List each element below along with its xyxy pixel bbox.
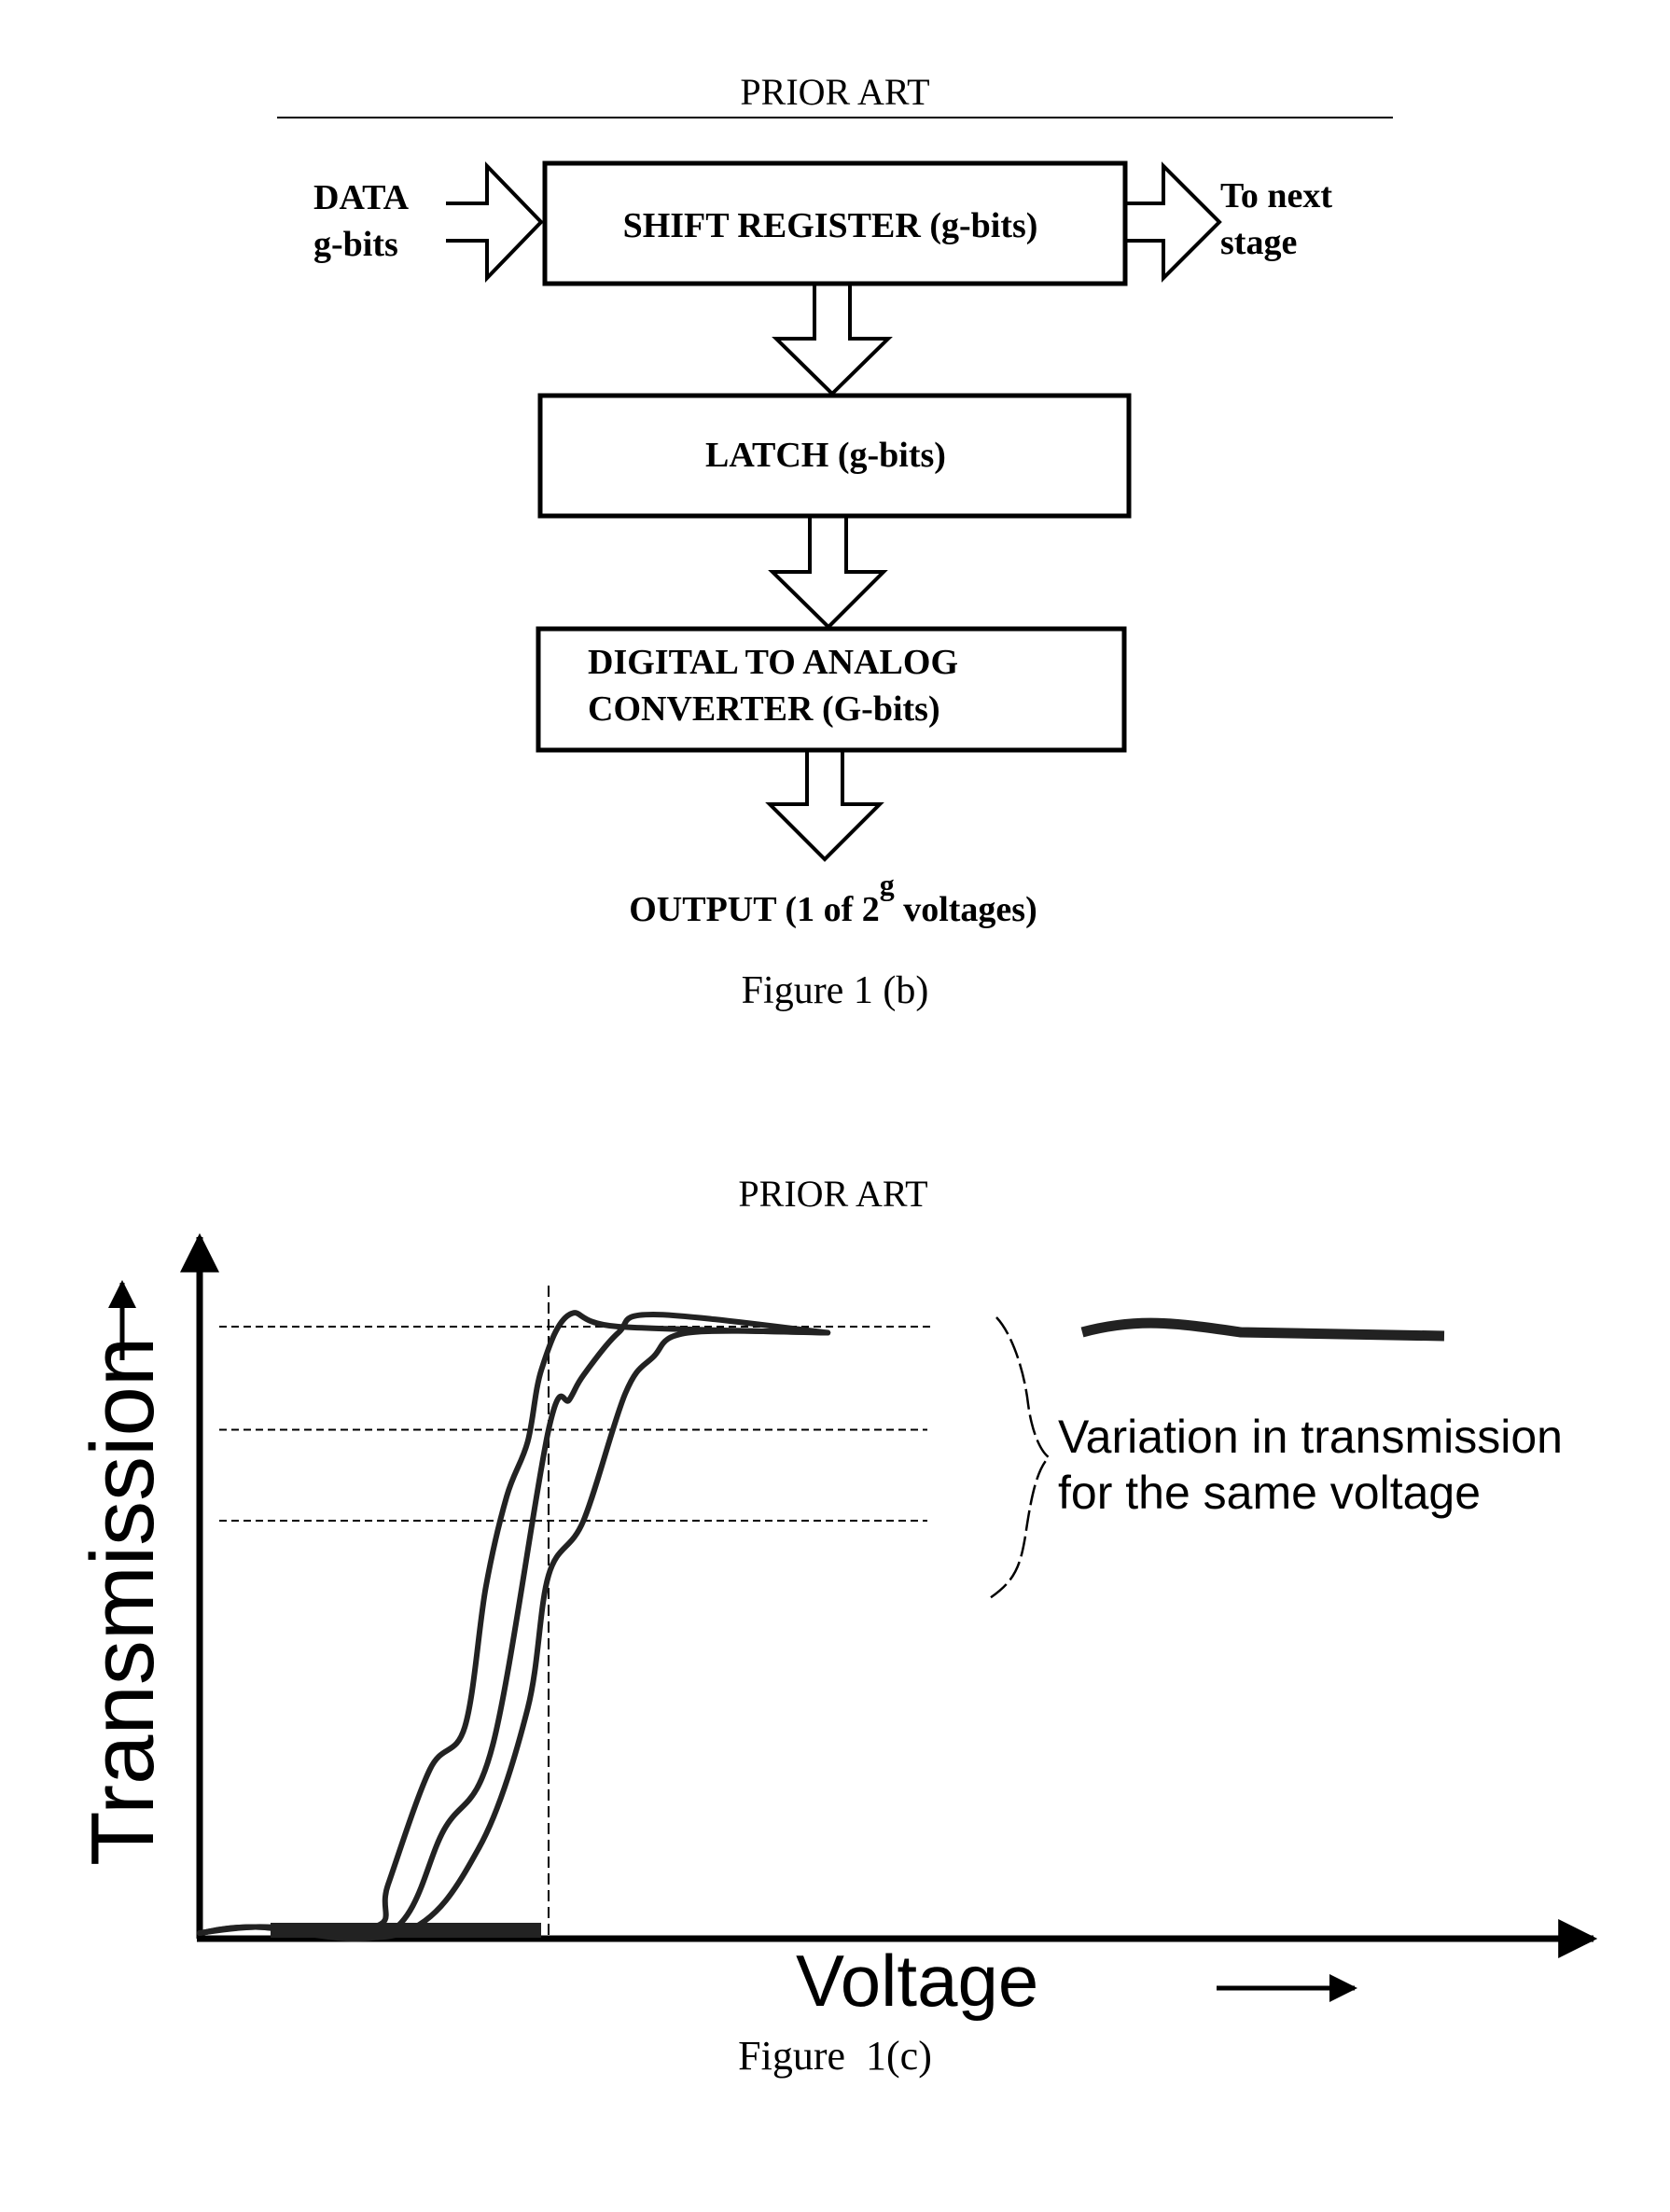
patent-figure-page: PRIOR ART DATA g-bits SHIFT REGISTER (g-… [73, 71, 1598, 2079]
shift-register-label: SHIFT REGISTER (g-bits) [623, 206, 1038, 245]
series-layer [197, 1310, 831, 1942]
data-input-arrow-icon [446, 161, 544, 283]
plateau-band [1080, 1317, 1445, 1342]
data-input-label-line1: DATA [313, 178, 410, 217]
dac-label-line1: DIGITAL TO ANALOG [588, 643, 958, 682]
figure-1b: PRIOR ART DATA g-bits SHIFT REGISTER (g-… [277, 71, 1393, 1012]
transmission-voltage-chart: Variation in transmission for the same v… [73, 1232, 1598, 2022]
annotation-line2: for the same voltage [1058, 1467, 1481, 1519]
down-arrow-icon [772, 285, 893, 396]
x-axis-label: Voltage [796, 1940, 1038, 2022]
y-axis-label: Transmission [73, 1337, 173, 1866]
figure-1c-header: PRIOR ART [738, 1173, 927, 1215]
figure-1c-caption: Figure 1(c) [738, 2033, 932, 2079]
variation-brace [986, 1316, 1051, 1602]
series-line-curve-2 [197, 1311, 831, 1942]
next-stage-arrow-icon [1127, 161, 1222, 283]
next-stage-label-line2: stage [1220, 223, 1297, 262]
figure-1b-header: PRIOR ART [740, 71, 929, 113]
down-arrow-icon [765, 752, 884, 862]
figure-1b-caption: Figure 1 (b) [742, 969, 929, 1012]
output-label-superscript: g [880, 868, 895, 901]
data-input-label-line2: g-bits [313, 225, 398, 264]
annotation-line1: Variation in transmission [1058, 1411, 1563, 1463]
next-stage-label-line1: To next [1220, 176, 1332, 216]
down-arrow-icon [768, 518, 888, 630]
dac-label-line2: CONVERTER (G-bits) [588, 689, 940, 729]
latch-label: LATCH (g-bits) [705, 436, 946, 475]
output-label: OUTPUT (1 of 2g voltages) [629, 868, 1037, 929]
output-label-post: voltages) [895, 890, 1037, 929]
output-label-pre: OUTPUT (1 of 2 [629, 890, 879, 929]
flat-baseline-band [271, 1923, 541, 1938]
figure-1c: PRIOR ART Variation in transmission for … [73, 1173, 1598, 2079]
